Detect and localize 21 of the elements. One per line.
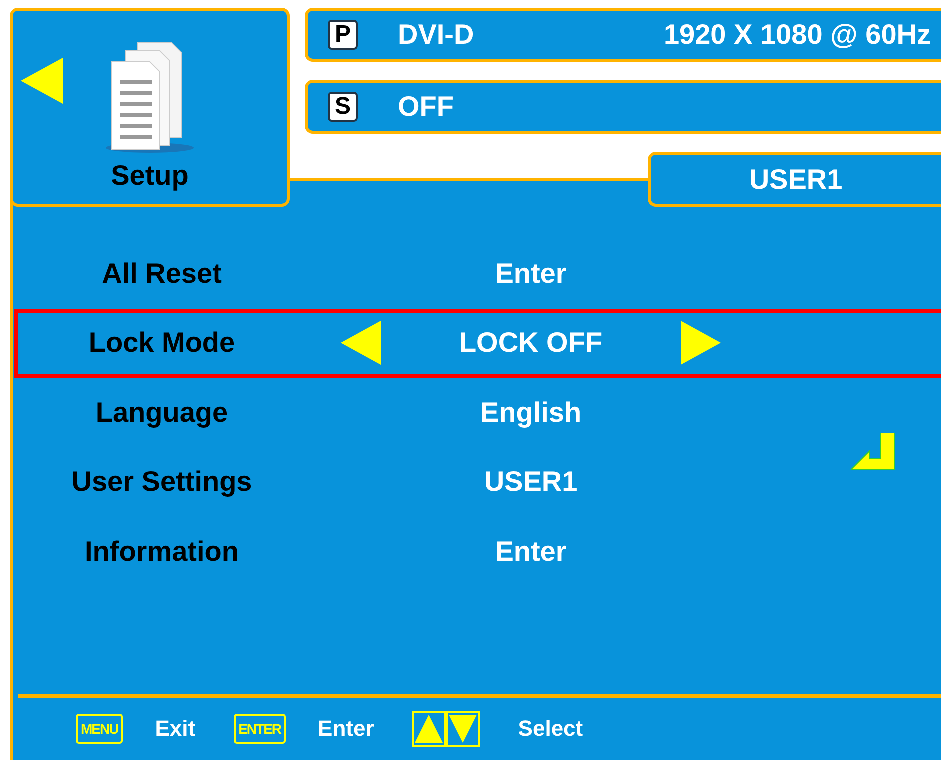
action-label: Enter bbox=[318, 716, 374, 742]
action-label: Exit bbox=[155, 716, 196, 742]
menu-row[interactable]: Information Enter bbox=[14, 517, 941, 586]
key-label: ENTER bbox=[234, 714, 286, 744]
menu-row[interactable]: Language English bbox=[14, 378, 941, 448]
menu-row[interactable]: User Settings USER1 bbox=[14, 448, 941, 517]
action-label: Select bbox=[518, 716, 584, 742]
menu-row[interactable]: Lock Mode LOCK OFF bbox=[14, 308, 941, 378]
status-label: OFF bbox=[398, 91, 454, 123]
status-label: DVI-D bbox=[398, 19, 474, 51]
left-arrow-icon bbox=[21, 58, 63, 104]
badge: P bbox=[328, 20, 358, 50]
menu-row[interactable]: All Reset Enter bbox=[14, 239, 941, 308]
menu-title: Setup bbox=[111, 160, 189, 192]
up-down-arrows-icon bbox=[412, 711, 480, 747]
key-label: MENU bbox=[76, 714, 124, 744]
resolution-text: 1920 X 1080 @ 60Hz bbox=[664, 19, 931, 51]
left-arrow-icon bbox=[341, 321, 381, 366]
return-icon bbox=[851, 433, 897, 471]
badge: S bbox=[328, 92, 358, 122]
right-arrow-icon bbox=[681, 321, 721, 366]
